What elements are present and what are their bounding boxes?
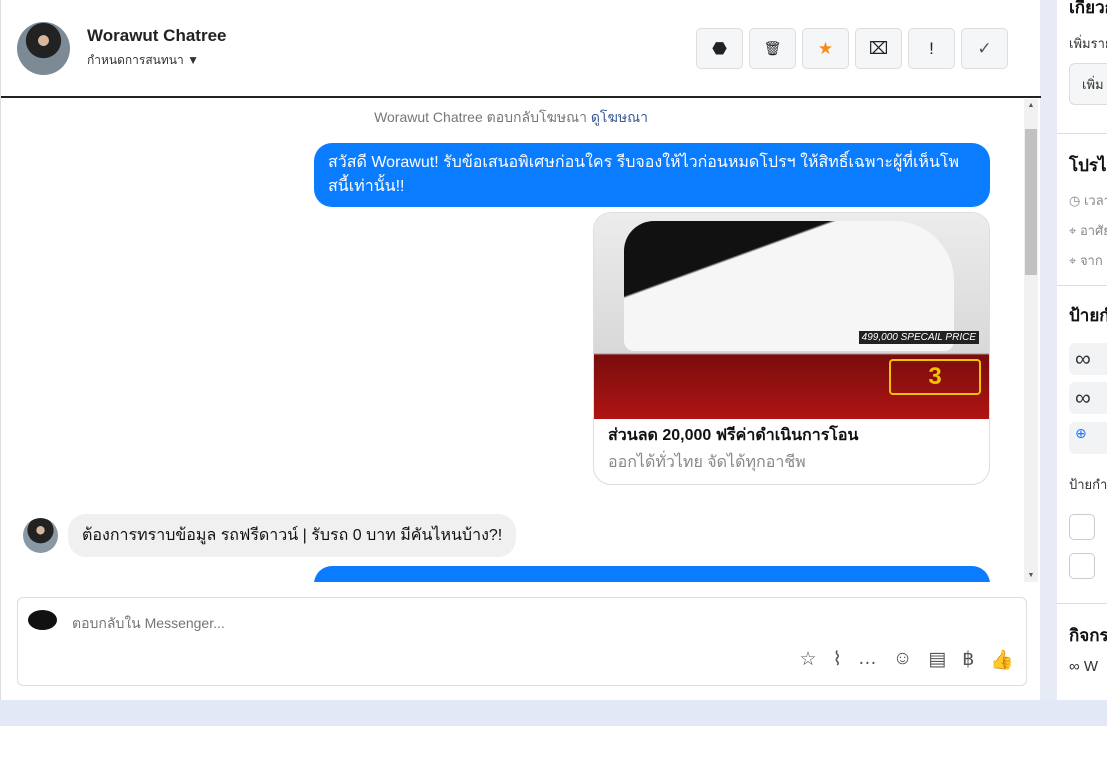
- like-icon[interactable]: 👍: [990, 648, 1014, 672]
- done-button[interactable]: ✓: [961, 28, 1008, 69]
- delete-button[interactable]: 🗑: [749, 28, 796, 69]
- details-sidebar: เกี่ยวกับ เพิ่มรายละเอียด เพิ่ม โปรไฟล์ …: [1057, 0, 1107, 700]
- car-image: 499,000 SPECAIL PRICE 3: [594, 213, 989, 419]
- add-label-button[interactable]: ⊕: [1069, 422, 1107, 454]
- message-thread: Worawut Chatree ตอบกลับโฆษณา ดูโฆษณา สวั…: [1, 99, 1041, 582]
- card-title: ส่วนลด 20,000 ฟรีค่าดำเนินการโอน: [608, 427, 859, 444]
- price-label: 499,000 SPECAIL PRICE: [858, 331, 979, 344]
- meta-label-tag[interactable]: ∞: [1069, 343, 1107, 375]
- outgoing-message: สวัสดี Worawut! รับข้อเสนอพิเศษก่อนใคร ร…: [314, 143, 990, 207]
- conversation-settings-dropdown[interactable]: กำหนดการสนทนา ▼: [87, 51, 199, 70]
- star-icon: ★: [817, 38, 834, 58]
- ad-reply-notice: Worawut Chatree ตอบกลับโฆษณา ดูโฆษณา: [1, 107, 1021, 129]
- activity-heading: กิจกรรม: [1069, 626, 1107, 645]
- view-ad-link[interactable]: ดูโฆษณา: [591, 109, 648, 125]
- ad-reply-text: Worawut Chatree ตอบกลับโฆษณา: [374, 109, 587, 125]
- scrollbar-thumb[interactable]: [1025, 129, 1037, 275]
- contact-name[interactable]: Worawut Chatree: [87, 26, 227, 46]
- important-icon: !: [929, 38, 934, 58]
- ad-card[interactable]: 499,000 SPECAIL PRICE 3 ส่วนลด 20,000 ฟร…: [593, 212, 990, 485]
- divider: [1057, 603, 1107, 604]
- important-button[interactable]: !: [908, 28, 955, 69]
- spam-icon: ⬣: [712, 38, 727, 58]
- incoming-message: ต้องการทราบข้อมูล รถฟรีดาวน์ | รับรถ 0 บ…: [68, 514, 517, 557]
- spam-button[interactable]: ⬣: [696, 28, 743, 69]
- from-row: ⌖ จาก: [1069, 253, 1103, 268]
- about-heading: เกี่ยวกับ: [1069, 0, 1107, 17]
- sender-avatar: [23, 518, 58, 553]
- trash-icon: 🗑: [763, 40, 782, 56]
- card-subtitle: ออกได้ทั่วไทย จัดได้ทุกอาชีพ: [608, 454, 806, 471]
- incoming-message-row: ต้องการทราบข้อมูล รถฟรีดาวน์ | รับรถ 0 บ…: [23, 514, 517, 557]
- labels-heading: ป้ายกำกับ: [1069, 306, 1107, 325]
- reply-composer: ☆ ⌇ … ☺ ▤ ฿ 👍: [17, 597, 1027, 686]
- add-button[interactable]: เพิ่ม: [1069, 63, 1107, 105]
- emoji-icon[interactable]: ☺: [893, 648, 912, 672]
- outgoing-message-partial: [314, 566, 990, 582]
- contact-avatar[interactable]: [17, 22, 70, 75]
- labels-subheading: ป้ายกำกับ: [1069, 477, 1107, 492]
- promo-badge: 3: [889, 359, 981, 395]
- page-avatar: [28, 610, 57, 630]
- activity-item-label: W: [1083, 658, 1099, 675]
- add-details-text: เพิ่มรายละเอียด: [1069, 36, 1107, 51]
- scroll-down-icon[interactable]: ▼: [1024, 572, 1038, 579]
- time-row: ◷ เวลา: [1069, 190, 1107, 211]
- label-checkbox[interactable]: [1069, 553, 1095, 579]
- activity-item: ∞ W: [1069, 658, 1099, 675]
- conversation-header: Worawut Chatree กำหนดการสนทนา ▼ ⬣ 🗑 ★ ⌧ …: [1, 0, 1041, 98]
- reply-input[interactable]: [72, 615, 672, 631]
- address-label: อาศัย: [1079, 223, 1107, 238]
- profile-heading: โปรไฟล์: [1069, 156, 1107, 175]
- bottom-strip: [0, 700, 1107, 726]
- meta-label-tag[interactable]: ∞: [1069, 382, 1107, 414]
- payment-icon[interactable]: ฿: [962, 648, 974, 672]
- mark-unread-icon: ⌧: [868, 38, 889, 58]
- label-checkbox[interactable]: [1069, 514, 1095, 540]
- from-label: จาก: [1079, 253, 1103, 268]
- chat-options-icon[interactable]: …: [858, 648, 877, 672]
- scroll-up-icon[interactable]: ▲: [1024, 102, 1038, 109]
- catalog-icon[interactable]: ▤: [928, 648, 946, 672]
- attachment-icon[interactable]: ⌇: [833, 648, 842, 672]
- conversation-panel: Worawut Chatree กำหนดการสนทนา ▼ ⬣ 🗑 ★ ⌧ …: [0, 0, 1041, 700]
- address-row: ⌖ อาศัย: [1069, 220, 1107, 241]
- divider: [1057, 133, 1107, 134]
- mark-unread-button[interactable]: ⌧: [855, 28, 902, 69]
- divider: [1057, 285, 1107, 286]
- done-icon: ✓: [977, 38, 992, 58]
- thread-scrollbar[interactable]: ▲ ▼: [1024, 99, 1038, 582]
- time-label: เวลา: [1083, 193, 1107, 208]
- saved-reply-icon[interactable]: ☆: [800, 648, 817, 672]
- star-button[interactable]: ★: [802, 28, 849, 69]
